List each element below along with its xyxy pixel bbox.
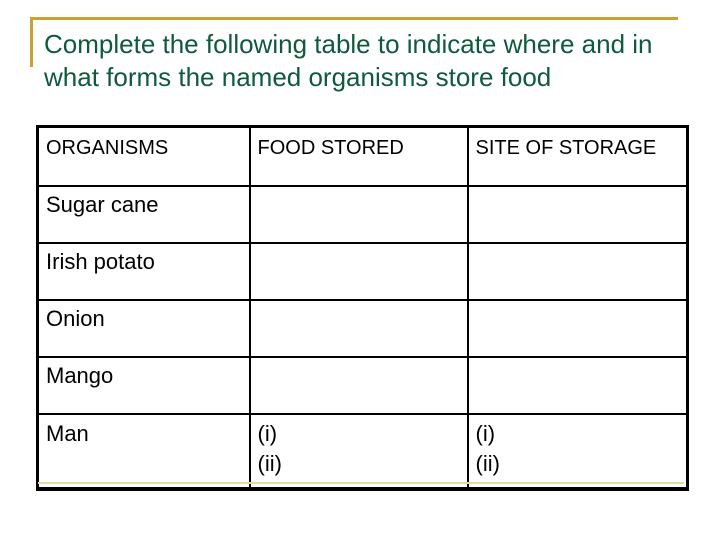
organism-cell: Man [36, 413, 251, 490]
food-stored-item-i: (i) [257, 421, 278, 446]
table-row: Irish potato [36, 242, 689, 301]
site-of-storage-item-ii: (ii) [475, 451, 500, 476]
food-stored-cell[interactable] [248, 185, 469, 244]
site-of-storage-cell[interactable]: (i) (ii) [466, 413, 689, 490]
header-organisms: ORGANISMS [36, 125, 251, 187]
organism-cell: Onion [36, 299, 251, 358]
table-bottom-accent [38, 482, 684, 484]
organism-cell: Irish potato [36, 242, 251, 301]
site-of-storage-cell[interactable] [466, 242, 689, 301]
food-stored-cell[interactable] [248, 242, 469, 301]
organisms-food-storage-table: ORGANISMS FOOD STORED SITE OF STORAGE Su… [36, 125, 689, 491]
slide-title: Complete the following table to indicate… [44, 29, 653, 92]
food-stored-cell[interactable] [248, 299, 469, 358]
organism-cell: Mango [36, 356, 251, 415]
organisms-table-container: ORGANISMS FOOD STORED SITE OF STORAGE Su… [36, 125, 689, 491]
table-row: Man (i) (ii) (i) (ii) [36, 413, 689, 490]
accent-line-left [30, 17, 33, 67]
food-stored-cell[interactable] [248, 356, 469, 415]
site-of-storage-item-i: (i) [475, 421, 496, 446]
header-site-of-storage: SITE OF STORAGE [466, 125, 689, 187]
site-of-storage-cell[interactable] [466, 356, 689, 415]
site-of-storage-cell[interactable] [466, 185, 689, 244]
table-row: Mango [36, 356, 689, 415]
site-of-storage-cell[interactable] [466, 299, 689, 358]
table-row: Onion [36, 299, 689, 358]
header-food-stored: FOOD STORED [248, 125, 469, 187]
accent-line-top [30, 17, 678, 20]
table-row: Sugar cane [36, 185, 689, 244]
food-stored-item-ii: (ii) [257, 451, 282, 476]
table-header-row: ORGANISMS FOOD STORED SITE OF STORAGE [36, 125, 689, 187]
food-stored-cell[interactable]: (i) (ii) [248, 413, 469, 490]
organism-cell: Sugar cane [36, 185, 251, 244]
